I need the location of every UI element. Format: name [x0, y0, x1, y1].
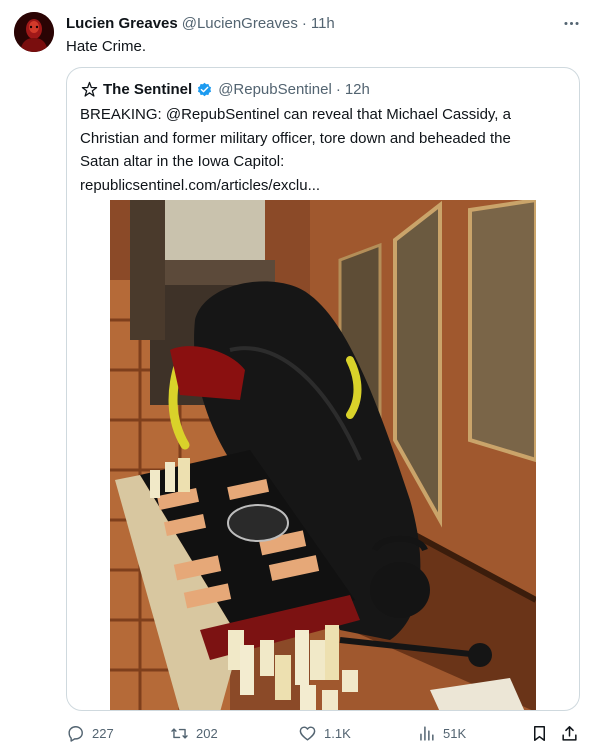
quoted-text-line: BREAKING: @RepubSentinel can reveal that…	[80, 106, 511, 123]
retweet-count: 202	[196, 725, 218, 741]
author-avatar[interactable]	[14, 12, 54, 52]
author-name[interactable]: Lucien Greaves	[66, 15, 178, 32]
more-options-button[interactable]	[558, 14, 584, 32]
heart-icon	[299, 725, 316, 741]
quoted-author-name[interactable]: The Sentinel	[103, 81, 192, 98]
quoted-text-line: Satan altar in the Iowa Capitol:	[80, 153, 285, 170]
author-handle[interactable]: @LucienGreaves	[182, 15, 298, 32]
verified-badge-icon	[196, 81, 213, 98]
reply-icon	[68, 725, 83, 742]
quoted-author-handle[interactable]: @RepubSentinel	[218, 81, 332, 98]
share-button[interactable]	[560, 722, 579, 744]
tweet-text: Hate Crime.	[66, 38, 147, 55]
tweet[interactable]: Lucien Greaves @LucienGreaves · 11h Hate…	[0, 0, 597, 750]
quoted-tweet[interactable]: The Sentinel @RepubSentinel · 12h BREAKI…	[66, 67, 580, 711]
views-button[interactable]: 51K	[417, 722, 466, 744]
quoted-tweet-header: The Sentinel @RepubSentinel · 12h	[80, 79, 370, 99]
quoted-link[interactable]: republicsentinel.com/articles/exclu...	[80, 174, 570, 198]
quoted-text-line: Christian and former military officer, t…	[80, 129, 511, 147]
quoted-tweet-time[interactable]: 12h	[345, 81, 370, 98]
separator-dot: ·	[335, 80, 341, 98]
retweet-icon	[171, 727, 188, 739]
quoted-tweet-text: BREAKING: @RepubSentinel can reveal that…	[80, 103, 570, 197]
views-chart-icon	[420, 725, 434, 741]
quoted-tweet-photo[interactable]	[110, 200, 536, 710]
like-button[interactable]: 1.1K	[298, 722, 351, 744]
share-icon	[562, 725, 577, 741]
views-count: 51K	[443, 725, 467, 741]
bookmark-button[interactable]	[530, 722, 549, 744]
bookmark-icon	[533, 725, 546, 741]
star-logo-icon	[81, 81, 97, 97]
separator-dot: ·	[301, 14, 307, 32]
tweet-actions: 227 202 1.1K 51K	[66, 722, 586, 744]
retweet-button[interactable]: 202	[170, 722, 218, 744]
tweet-time[interactable]: 11h	[311, 15, 335, 32]
like-count: 1.1K	[324, 725, 351, 741]
reply-count: 227	[92, 725, 114, 741]
more-horizontal-icon	[563, 21, 579, 25]
reply-button[interactable]: 227	[66, 722, 114, 744]
quoted-author-avatar[interactable]	[80, 80, 98, 98]
tweet-header: Lucien Greaves @LucienGreaves · 11h	[66, 13, 335, 33]
